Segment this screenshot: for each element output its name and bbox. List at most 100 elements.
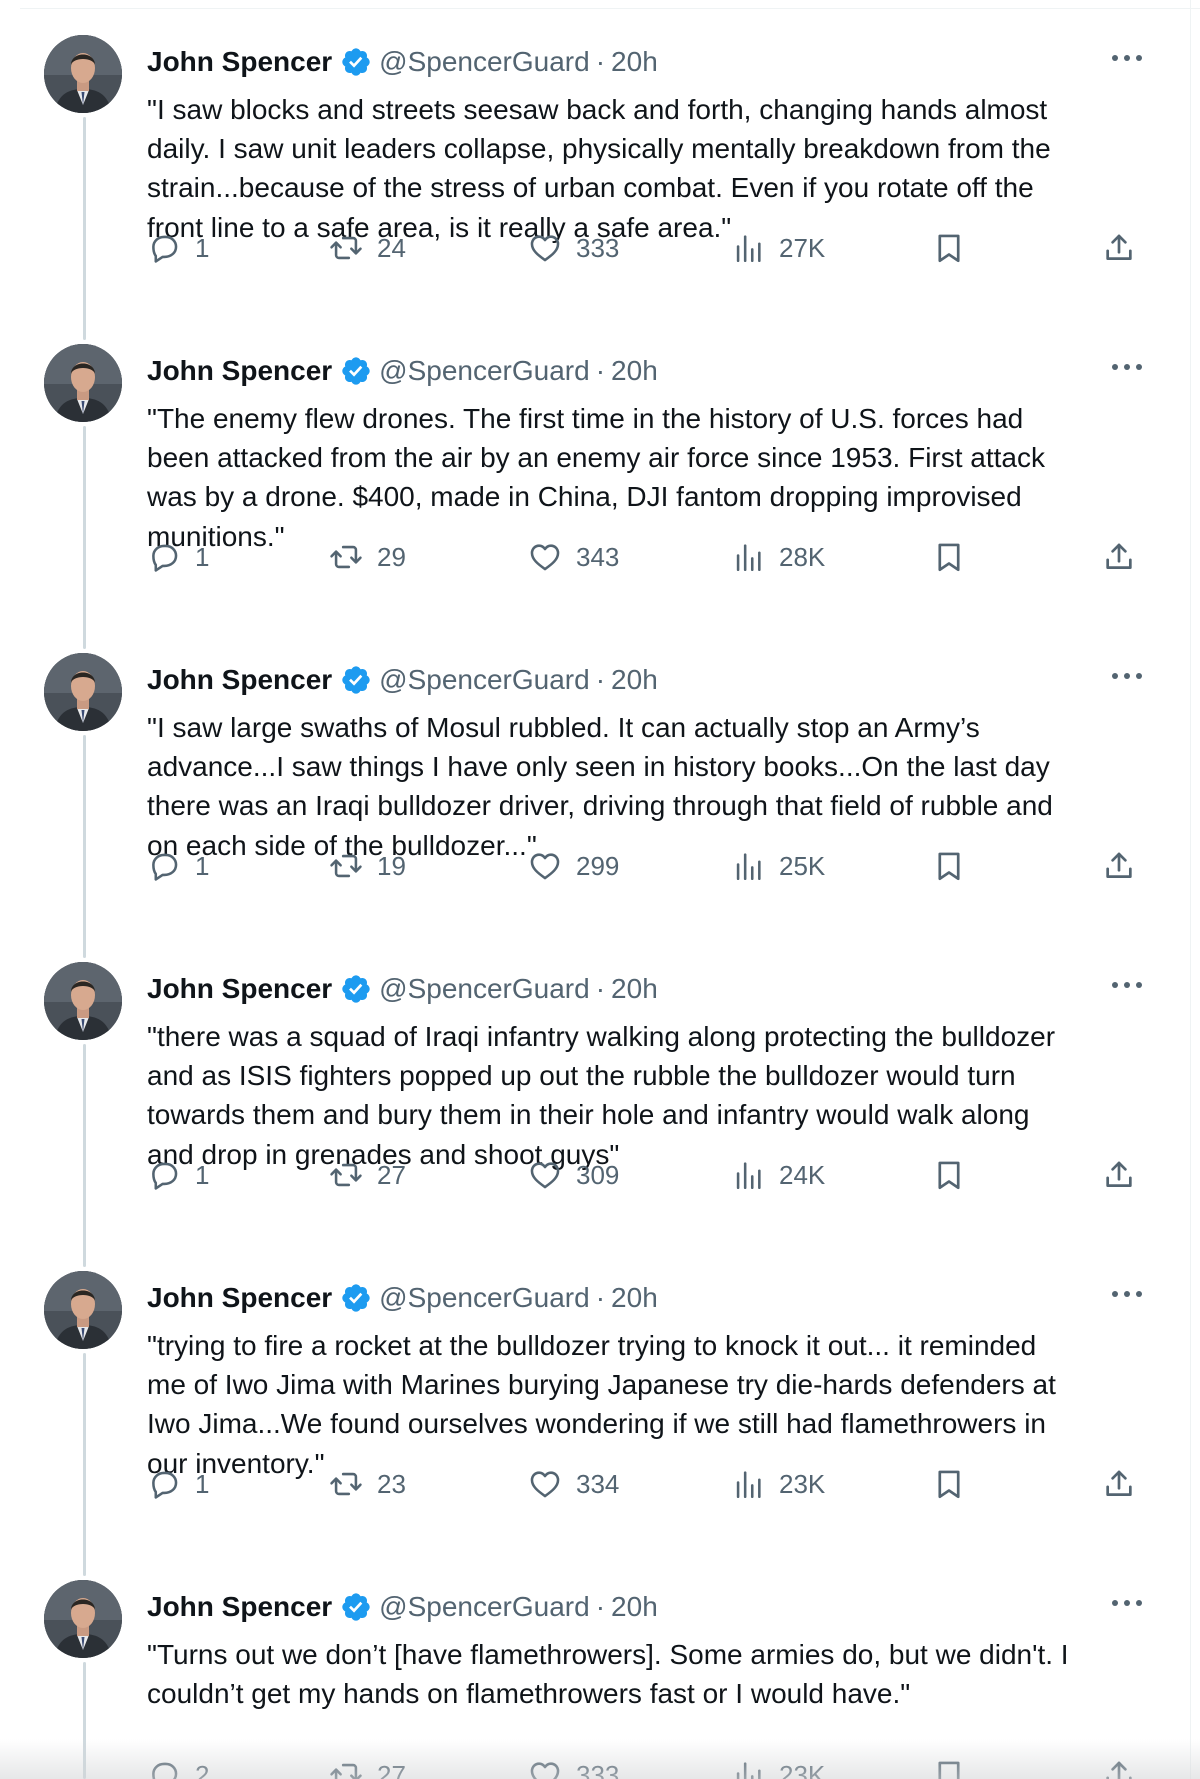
reply-button[interactable]: 1	[147, 1464, 209, 1504]
retweet-icon	[330, 1472, 362, 1496]
retweet-button[interactable]: 24	[329, 228, 406, 268]
retweet-count: 23	[377, 1468, 406, 1499]
tweet-timestamp[interactable]: 20h	[611, 46, 658, 78]
retweet-count: 27	[377, 1159, 406, 1190]
reply-button[interactable]: 1	[147, 1155, 209, 1195]
bookmark-button[interactable]	[932, 846, 966, 886]
heart-icon	[530, 235, 560, 262]
author-handle[interactable]: @SpencerGuard	[379, 355, 590, 387]
share-icon	[1106, 852, 1132, 878]
more-options-icon[interactable]	[1107, 666, 1147, 686]
tweet-timestamp[interactable]: 20h	[611, 973, 658, 1005]
retweet-button[interactable]: 27	[329, 1155, 406, 1195]
tweet-header: John Spencer @SpencerGuard · 20h	[147, 1270, 1147, 1326]
avatar[interactable]	[44, 962, 122, 1040]
reply-icon	[152, 235, 178, 263]
tweet-text: "The enemy flew drones. The first time i…	[147, 403, 1045, 552]
retweet-button[interactable]: 29	[329, 537, 406, 577]
retweet-count: 29	[377, 541, 406, 572]
like-button[interactable]: 309	[528, 1155, 619, 1195]
avatar[interactable]	[44, 344, 122, 422]
more-options-icon[interactable]	[1107, 1284, 1147, 1304]
author-name[interactable]: John Spencer	[147, 355, 332, 387]
tweet-content: John Spencer @SpencerGuard · 20h "Turns …	[147, 1579, 1147, 1713]
bookmark-button[interactable]	[932, 1464, 966, 1504]
reply-icon	[152, 853, 178, 881]
author-name[interactable]: John Spencer	[147, 664, 332, 696]
avatar[interactable]	[44, 653, 122, 731]
tweet[interactable]: John Spencer @SpencerGuard · 20h "The en…	[0, 317, 1200, 626]
like-button[interactable]: 334	[528, 1464, 619, 1504]
author-name[interactable]: John Spencer	[147, 1282, 332, 1314]
verified-badge-icon	[340, 46, 372, 78]
bookmark-button[interactable]	[932, 537, 966, 577]
like-button[interactable]: 343	[528, 537, 619, 577]
share-button[interactable]	[1102, 1464, 1136, 1504]
share-button[interactable]	[1102, 228, 1136, 268]
tweet-timestamp[interactable]: 20h	[611, 1282, 658, 1314]
tweet[interactable]: John Spencer @SpencerGuard · 20h "I saw …	[0, 626, 1200, 935]
retweet-button[interactable]: 19	[329, 846, 406, 886]
bookmark-button[interactable]	[932, 228, 966, 268]
views-button[interactable]: 27K	[731, 228, 825, 268]
views-count: 24K	[779, 1159, 826, 1190]
bookmark-icon	[938, 852, 960, 881]
tweet-actions: 1 29 343 28K	[147, 537, 1163, 577]
reply-count: 1	[195, 850, 210, 881]
thread-connector-line	[83, 735, 86, 958]
author-handle[interactable]: @SpencerGuard	[379, 1591, 590, 1623]
reply-button[interactable]: 1	[147, 846, 209, 886]
share-button[interactable]	[1102, 1155, 1136, 1195]
reply-button[interactable]: 1	[147, 228, 209, 268]
like-button[interactable]: 299	[528, 846, 619, 886]
retweet-count: 24	[377, 232, 406, 263]
reply-count: 1	[195, 541, 210, 572]
tweet-header: John Spencer @SpencerGuard · 20h	[147, 343, 1147, 399]
author-name[interactable]: John Spencer	[147, 1591, 332, 1623]
views-button[interactable]: 24K	[731, 1155, 825, 1195]
separator-dot: ·	[595, 973, 606, 1004]
tweet-text: "I saw large swaths of Mosul rubbled. It…	[147, 712, 1053, 861]
heart-icon	[530, 1162, 560, 1189]
like-button[interactable]: 333	[528, 228, 619, 268]
share-button[interactable]	[1102, 537, 1136, 577]
more-options-icon[interactable]	[1107, 357, 1147, 377]
views-icon	[736, 235, 761, 263]
retweet-button[interactable]: 23	[329, 1464, 406, 1504]
tweet[interactable]: John Spencer @SpencerGuard · 20h "there …	[0, 935, 1200, 1244]
author-name[interactable]: John Spencer	[147, 973, 332, 1005]
tweet-timestamp[interactable]: 20h	[611, 355, 658, 387]
tweet-header: John Spencer @SpencerGuard · 20h	[147, 34, 1147, 90]
reply-button[interactable]: 1	[147, 537, 209, 577]
views-button[interactable]: 25K	[731, 846, 825, 886]
more-options-icon[interactable]	[1107, 48, 1147, 68]
tweet[interactable]: John Spencer @SpencerGuard · 20h "trying…	[0, 1244, 1200, 1553]
author-handle[interactable]: @SpencerGuard	[379, 1282, 590, 1314]
more-options-icon[interactable]	[1107, 975, 1147, 995]
views-button[interactable]: 28K	[731, 537, 825, 577]
reply-icon	[152, 1162, 178, 1190]
author-handle[interactable]: @SpencerGuard	[379, 664, 590, 696]
author-handle[interactable]: @SpencerGuard	[379, 46, 590, 78]
tweet-timestamp[interactable]: 20h	[611, 1591, 658, 1623]
avatar[interactable]	[44, 1271, 122, 1349]
avatar[interactable]	[44, 1580, 122, 1658]
bookmark-button[interactable]	[932, 1155, 966, 1195]
share-icon	[1106, 543, 1132, 569]
author-handle[interactable]: @SpencerGuard	[379, 973, 590, 1005]
separator-dot: ·	[595, 1282, 606, 1313]
reply-icon	[152, 1471, 178, 1499]
views-button[interactable]: 23K	[731, 1464, 825, 1504]
avatar[interactable]	[44, 35, 122, 113]
tweet[interactable]: John Spencer @SpencerGuard · 20h "I saw …	[0, 8, 1200, 317]
thread-view: John Spencer @SpencerGuard · 20h "I saw …	[0, 0, 1200, 1779]
more-options-icon[interactable]	[1107, 1593, 1147, 1613]
reply-icon	[152, 544, 178, 572]
views-icon	[736, 1471, 761, 1499]
verified-badge-icon	[340, 1591, 372, 1623]
retweet-count: 19	[377, 850, 406, 881]
tweet-timestamp[interactable]: 20h	[611, 664, 658, 696]
author-name[interactable]: John Spencer	[147, 46, 332, 78]
tweet-text: "Turns out we don’t [have flamethrowers]…	[147, 1639, 1069, 1710]
share-button[interactable]	[1102, 846, 1136, 886]
